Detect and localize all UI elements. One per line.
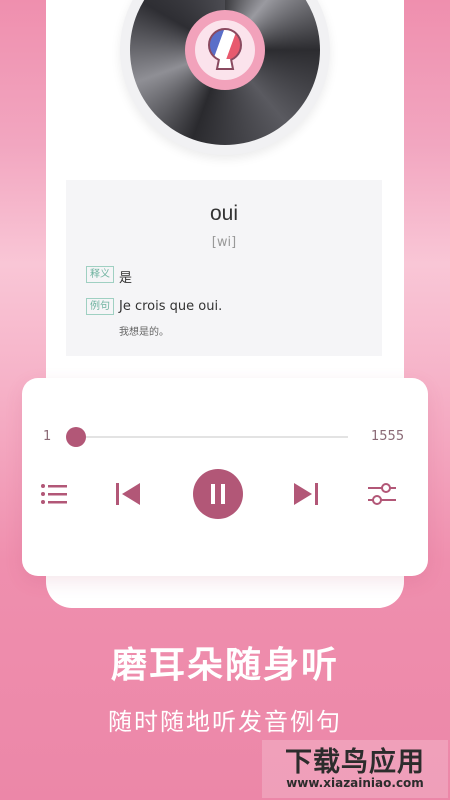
example-tag: 例句 (86, 298, 114, 315)
progress-track[interactable] (76, 436, 348, 438)
meaning-tag: 释义 (86, 266, 114, 283)
flag-icon (195, 20, 255, 80)
word-text: oui (209, 202, 239, 225)
pause-icon (211, 484, 225, 504)
watermark-url: www.xiazainiao.com (286, 776, 424, 790)
example-sentence: Je crois que oui. (119, 299, 223, 314)
word-card: oui [wi] 释义 是 例句 Je crois que oui. 我想是的。 (66, 180, 382, 356)
example-translation: 我想是的。 (119, 327, 169, 338)
meaning-text: 是 (119, 271, 133, 286)
audio-player-panel: 1 1555 (22, 378, 428, 576)
playlist-icon[interactable] (38, 482, 70, 506)
settings-sliders-icon[interactable] (366, 481, 398, 507)
watermark-title: 下载鸟应用 (285, 747, 425, 778)
pause-button[interactable] (193, 469, 243, 519)
promo-headline: 磨耳朵随身听 (110, 645, 339, 686)
progress-total: 1555 (371, 429, 405, 444)
next-icon[interactable] (292, 481, 320, 507)
progress-thumb[interactable] (66, 427, 86, 447)
promo-subline: 随时随地听发音例句 (108, 708, 342, 736)
progress-current: 1 (43, 429, 52, 444)
watermark: 下载鸟应用 www.xiazainiao.com (262, 740, 448, 798)
previous-icon[interactable] (114, 481, 142, 507)
phonetic-text: [wi] (211, 235, 237, 250)
